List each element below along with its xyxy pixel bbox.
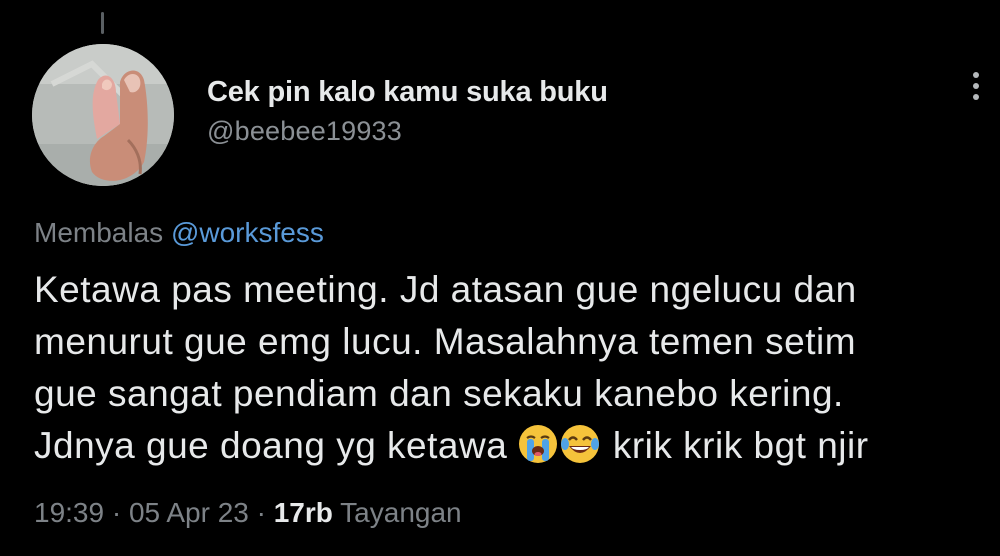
reply-mention-link[interactable]: @worksfess (171, 217, 324, 248)
tweet-text: Ketawa pas meeting. Jd atasan gue ngeluc… (34, 264, 984, 472)
views-label[interactable]: Tayangan (340, 497, 461, 528)
reply-prefix: Membalas (34, 217, 164, 248)
more-options-button[interactable] (963, 66, 989, 106)
tweet-text-line: menurut gue emg lucu. Masalahnya temen s… (34, 321, 857, 362)
tweet-time[interactable]: 19:39 (34, 497, 104, 528)
tweet-text-segment: Jdnya gue doang yg ketawa (34, 425, 508, 466)
avatar[interactable] (32, 44, 174, 186)
tweet-text-segment: krik krik bgt njir (612, 425, 869, 466)
views-count[interactable]: 17rb (274, 497, 333, 528)
tweet-text-line-with-emoji: Jdnya gue doang yg ketawa krik krik bgt … (34, 420, 984, 472)
reply-context: Membalas @worksfess (34, 213, 324, 253)
thread-connector-line (101, 12, 104, 34)
meta-separator: · (104, 497, 129, 528)
vertical-ellipsis-icon (973, 72, 979, 78)
tweet-meta: 19:39 · 05 Apr 23 · 17rb Tayangan (34, 493, 462, 533)
vertical-ellipsis-icon (973, 83, 979, 89)
tweet-author[interactable]: Cek pin kalo kamu suka buku @beebee19933 (207, 72, 608, 150)
avatar-hand-heart-image (32, 44, 174, 186)
tweet-text-line: Ketawa pas meeting. Jd atasan gue ngeluc… (34, 269, 857, 310)
loudly-crying-face-icon (519, 425, 558, 463)
face-with-tears-of-joy-icon (561, 425, 600, 463)
vertical-ellipsis-icon (973, 94, 979, 100)
meta-separator: · (248, 497, 274, 528)
author-handle[interactable]: @beebee19933 (207, 112, 608, 150)
tweet-date[interactable]: 05 Apr 23 (129, 497, 249, 528)
tweet-text-line: gue sangat pendiam dan sekaku kanebo ker… (34, 373, 844, 414)
author-display-name[interactable]: Cek pin kalo kamu suka buku (207, 72, 608, 112)
